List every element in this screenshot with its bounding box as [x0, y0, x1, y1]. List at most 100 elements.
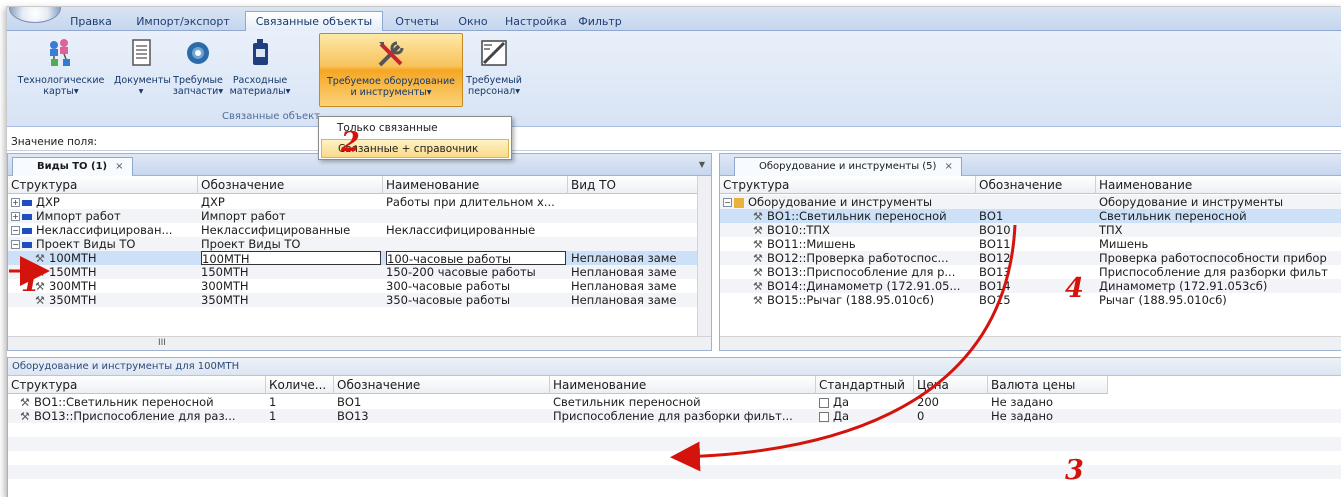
table-row[interactable]: ⚒ ВО12::Проверка работоспос... ВО12 Проверк… — [720, 251, 1341, 265]
col-name[interactable]: Наименование — [1096, 176, 1341, 194]
name-text: Неклассифицированные — [386, 223, 536, 237]
col-structure[interactable]: Структура — [8, 176, 198, 194]
table-row[interactable]: ⚒ ВО1::Светильник переносной ВО1 Светильник… — [720, 209, 1341, 223]
col-code[interactable]: Обозначение — [334, 376, 550, 394]
table-row[interactable]: ⚒ ВО11::Мишень ВО11 Мишень — [720, 237, 1341, 251]
tab-window[interactable]: Окно — [455, 12, 491, 31]
cell-name: Рычаг (188.95.010сб) — [1099, 293, 1341, 307]
col-structure[interactable]: Структура — [8, 376, 266, 394]
cell-name — [386, 237, 566, 251]
structure-text: Неклассифицирован... — [36, 223, 173, 237]
tab-equipment[interactable]: Оборудование и инструменты (5) × — [734, 157, 962, 176]
structure-text: Проект Виды ТО — [36, 237, 136, 251]
cell-structure: ⚒ 100МТН — [11, 251, 198, 265]
consumables-label-2: материалы — [229, 86, 286, 97]
col-currency[interactable]: Валюта цены — [988, 376, 1108, 394]
table-row — [8, 465, 1341, 479]
col-standard[interactable]: Стандартный — [816, 376, 914, 394]
expand-toggle-icon[interactable]: − — [11, 226, 20, 235]
col-name[interactable]: Наименование — [383, 176, 568, 194]
consumables-label-1: Расходные — [232, 75, 288, 86]
structure-text: ВО12::Проверка работоспос... — [767, 251, 949, 265]
col-code[interactable]: Обозначение — [976, 176, 1096, 194]
cell-name — [386, 209, 566, 223]
col-name[interactable]: Наименование — [550, 376, 816, 394]
table-row[interactable]: ⚒ ВО1::Светильник переносной 1 ВО1 Светильни… — [8, 395, 1341, 409]
expand-toggle-icon[interactable]: − — [723, 198, 732, 207]
cell-quantity: 1 — [269, 395, 331, 409]
structure-text: ВО14::Динамометр (172.91.05... — [767, 279, 961, 293]
table-row[interactable]: − Оборудование и инструменты Оборудование … — [720, 195, 1341, 209]
structure-text: 300МТН — [49, 279, 97, 293]
required-personnel-button[interactable]: Требуемый персонал▾ — [465, 33, 523, 107]
spare-parts-button[interactable]: Требумые запчасти▾ — [171, 33, 225, 107]
table-row[interactable]: + ДХР ДХР Работы при длительном х... — [8, 195, 698, 209]
cell-mt-type: Неплановая заме — [571, 293, 693, 307]
col-code[interactable]: Обозначение — [198, 176, 383, 194]
ribbon-group-related: Технологические карты▾ Документы ▾ Требумы… — [11, 33, 531, 123]
standard-checkbox[interactable] — [819, 411, 829, 422]
left-vertical-scrollbar[interactable] — [697, 176, 711, 336]
required-tools-button[interactable]: Требуемое оборудование и инструменты▾ — [319, 33, 463, 107]
cell-code: Импорт работ — [201, 209, 381, 223]
tab-reports[interactable]: Отчеты — [393, 12, 441, 31]
table-row[interactable]: ⚒ 150МТН 150МТН 150-200 часовые работы Непла… — [8, 265, 698, 279]
right-horizontal-scrollbar[interactable] — [720, 336, 1341, 350]
structure-text: ДХР — [36, 195, 60, 209]
expand-toggle-icon[interactable]: + — [11, 212, 20, 221]
folder-icon — [22, 241, 32, 248]
name-text: Приспособление для разборки фильт... — [553, 409, 793, 423]
expand-toggle-icon[interactable]: − — [11, 240, 20, 249]
cell-mt-type: Неплановая заме — [571, 251, 693, 265]
expand-toggle-icon[interactable]: + — [11, 198, 20, 207]
table-row[interactable]: ⚒ ВО10::ТПХ ВО10 ТПХ — [720, 223, 1341, 237]
tools-icon: ⚒ — [753, 294, 763, 307]
tab-filter[interactable]: Фильтр — [575, 12, 625, 31]
code-text: 100МТН — [202, 252, 250, 265]
cell-mt-type — [571, 195, 693, 209]
table-row[interactable]: − Проект Виды ТО Проект Виды ТО — [8, 237, 698, 251]
linked-equipment-pane: Оборудование и инструменты для 100МТН Ст… — [7, 357, 1341, 497]
standard-checkbox[interactable] — [819, 397, 829, 408]
table-row[interactable]: ⚒ 100МТН 100МТН 100-часовые работы Непланова… — [8, 251, 698, 265]
annotation-3: 3 — [1065, 455, 1084, 486]
cell-structure: ⚒ ВО10::ТПХ — [723, 223, 976, 237]
right-grid-header: Структура Обозначение Наименование — [720, 176, 1341, 194]
table-row[interactable]: ⚒ 300МТН 300МТН 300-часовые работы Непланова… — [8, 279, 698, 293]
cell-structure: ⚒ ВО1::Светильник переносной — [723, 209, 976, 223]
canister-icon — [253, 39, 268, 65]
table-row[interactable]: ⚒ ВО14::Динамометр (172.91.05... ВО14 Динам… — [720, 279, 1341, 293]
cell-structure: ⚒ ВО1::Светильник переносной — [20, 395, 266, 409]
cell-mt-type — [571, 209, 693, 223]
application-orb-button[interactable] — [9, 7, 61, 23]
col-structure[interactable]: Структура — [720, 176, 976, 194]
tech-cards-button[interactable]: Технологические карты▾ — [11, 33, 111, 107]
col-quantity[interactable]: Количе... — [266, 376, 334, 394]
close-icon[interactable]: × — [944, 161, 952, 172]
tab-import-export[interactable]: Импорт/экспорт — [133, 12, 233, 31]
left-horizontal-scrollbar[interactable]: III — [8, 336, 711, 350]
chevron-down-icon[interactable]: ▼ — [699, 160, 705, 169]
close-icon[interactable]: × — [115, 161, 123, 172]
consumables-button[interactable]: Расходные материалы▾ — [229, 33, 291, 107]
name-text: 150-200 часовые работы — [386, 265, 536, 279]
documents-button[interactable]: Документы ▾ — [114, 33, 171, 107]
code-text: ВО11 — [979, 237, 1011, 251]
table-row[interactable]: − Неклассифицирован... Неклассифицированны… — [8, 223, 698, 237]
tab-maintenance-types[interactable]: Виды ТО (1) × — [12, 157, 133, 176]
tab-settings[interactable]: Настройка — [505, 12, 567, 31]
structure-text: 350МТН — [49, 293, 97, 307]
tab-edit[interactable]: Правка — [65, 12, 117, 31]
table-row[interactable]: + Импорт работ Импорт работ — [8, 209, 698, 223]
structure-text: Импорт работ — [36, 209, 121, 223]
cell-code: ВО1 — [979, 209, 1095, 223]
col-price[interactable]: Цена — [914, 376, 988, 394]
table-row[interactable]: ⚒ ВО15::Рычаг (188.95.010сб) ВО15 Рычаг (18… — [720, 293, 1341, 307]
col-mt-type[interactable]: Вид ТО — [568, 176, 698, 194]
tab-related-objects[interactable]: Связанные объекты — [245, 11, 383, 32]
table-row[interactable]: ⚒ ВО13::Приспособление для раз... 1 ВО13 При… — [8, 409, 1341, 423]
mt-type-text: Неплановая заме — [571, 279, 677, 293]
table-row[interactable]: ⚒ ВО13::Приспособление для р... ВО13 Приспо… — [720, 265, 1341, 279]
scroll-grip: III — [158, 338, 166, 348]
table-row[interactable]: ⚒ 350МТН 350МТН 350-часовые работы Непланова… — [8, 293, 698, 307]
